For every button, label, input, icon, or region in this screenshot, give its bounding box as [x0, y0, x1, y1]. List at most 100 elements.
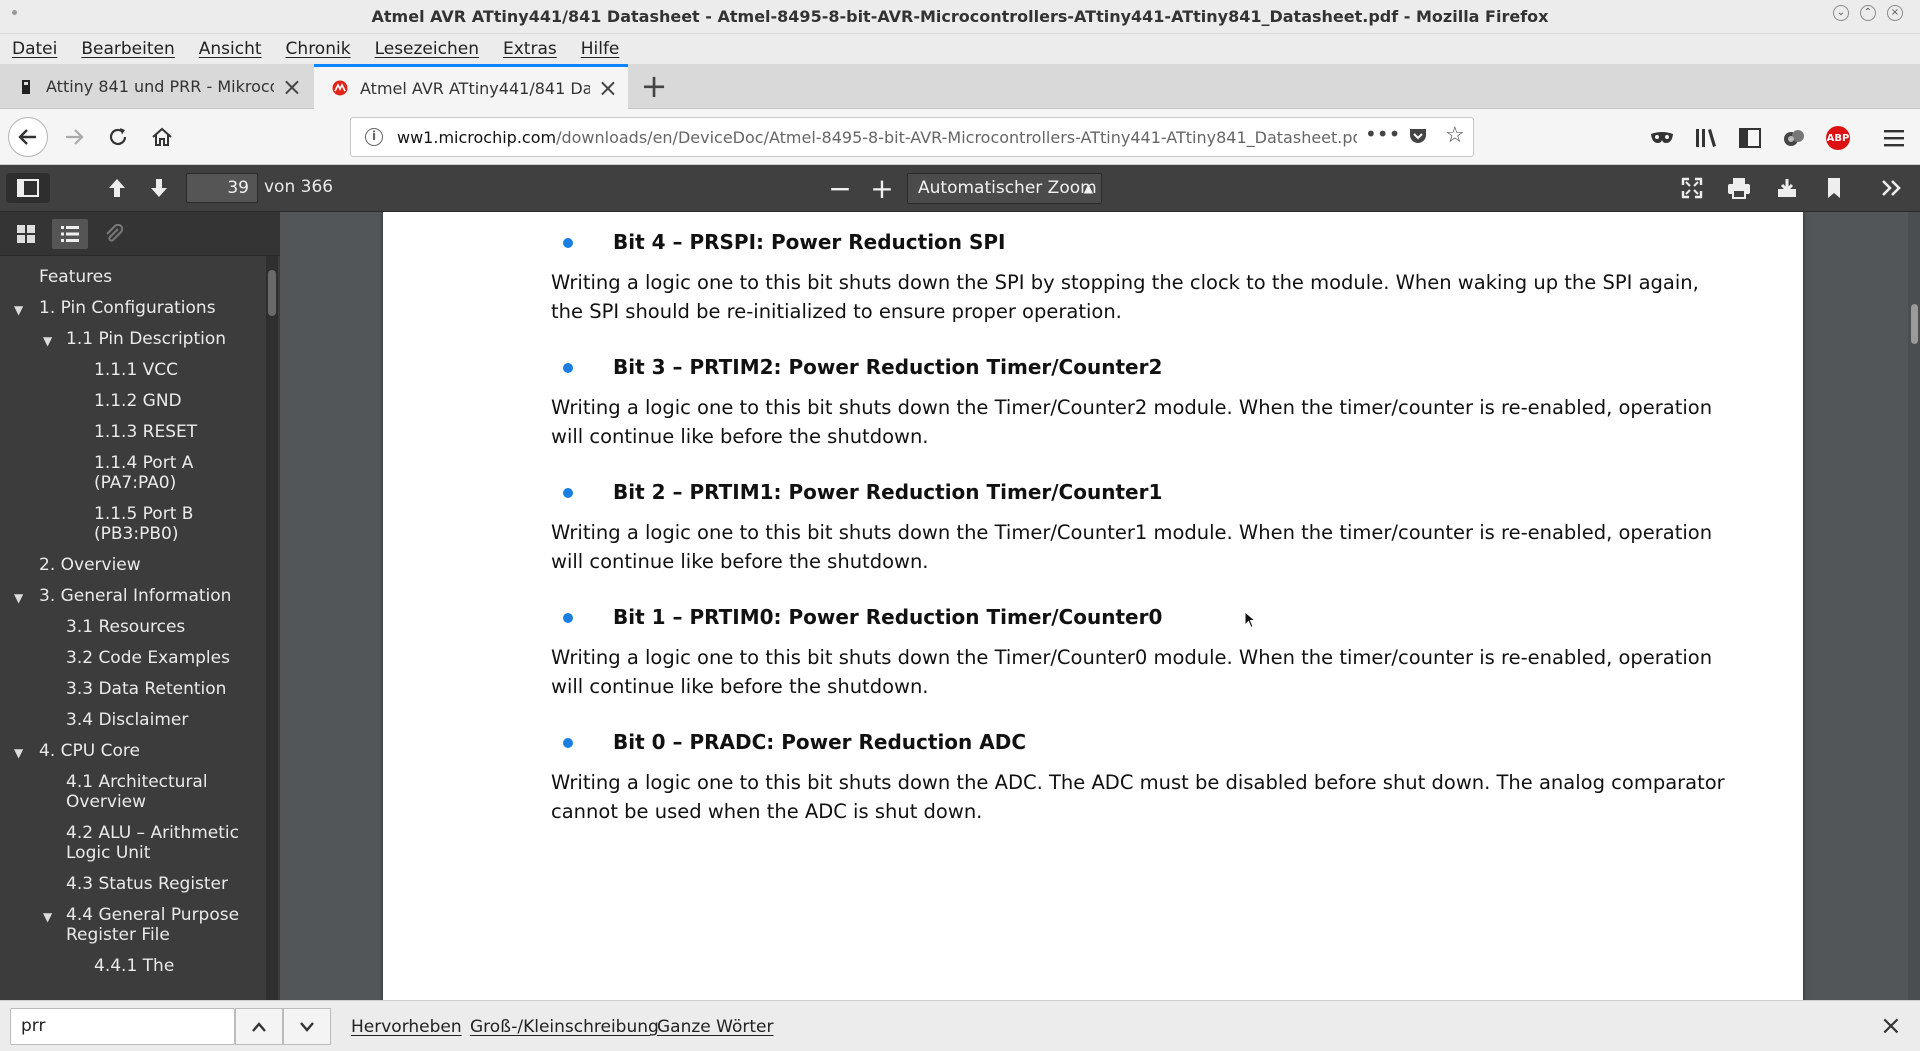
outline-item[interactable]: Features	[0, 262, 264, 293]
url-bar[interactable]: i ww1.microchip.com/downloads/en/DeviceD…	[350, 117, 1474, 157]
page-number-input[interactable]: 39	[186, 173, 258, 203]
scrollbar-thumb[interactable]	[1911, 304, 1918, 344]
outline-item[interactable]: 4.2 ALU – Arithmetic Logic Unit	[0, 818, 264, 869]
outline-item[interactable]: ▼ 3. General Information	[0, 581, 264, 612]
expand-toggle-icon[interactable]: ▼	[14, 588, 23, 608]
window-title: Atmel AVR ATtiny441/841 Datasheet - Atme…	[371, 7, 1549, 26]
sidebar-icon[interactable]	[1736, 125, 1764, 151]
zoom-out-button[interactable]: −	[822, 172, 858, 205]
outline-item-label: 4.3 Status Register	[66, 874, 229, 894]
tab-mikrocontroller[interactable]: Attiny 841 und PRR - Mikrocontr ×	[0, 64, 312, 109]
close-window-icon[interactable]: ×	[1887, 5, 1903, 21]
hamburger-menu-icon[interactable]	[1880, 125, 1908, 151]
navigation-toolbar: i ww1.microchip.com/downloads/en/DeviceD…	[0, 109, 1920, 165]
bookmark-star-icon[interactable]: ☆	[1445, 123, 1465, 148]
outline-item[interactable]: 1.1.1 VCC	[0, 355, 264, 386]
bit-heading: Bit 2 – PRTIM1: Power Reduction Timer/Co…	[613, 480, 1163, 504]
menu-hilfe[interactable]: Hilfe	[581, 39, 620, 59]
outline-item[interactable]: 3.2 Code Examples	[0, 643, 264, 674]
match-case-option[interactable]: Groß-/Kleinschreibung	[470, 1017, 659, 1037]
print-button[interactable]	[1720, 173, 1758, 203]
tab-datasheet[interactable]: Atmel AVR ATtiny441/841 Data ×	[314, 64, 628, 109]
find-next-button[interactable]	[283, 1008, 331, 1045]
menu-chronik[interactable]: Chronik	[286, 39, 351, 59]
page-actions-icon[interactable]: •••	[1365, 122, 1400, 146]
outline-item[interactable]: 3.3 Data Retention	[0, 674, 264, 705]
outline-item[interactable]: ▼ 4.4 General Purpose Register File	[0, 900, 264, 951]
arrow-down-icon	[151, 179, 167, 197]
new-tab-icon[interactable]: +	[636, 68, 672, 104]
chevron-down-icon	[300, 1021, 314, 1032]
outline-item-label: 4.2 ALU – Arithmetic Logic Unit	[66, 823, 239, 863]
close-find-bar-icon[interactable]: ×	[1880, 1011, 1902, 1041]
menu-extras[interactable]: Extras	[503, 39, 557, 59]
outline-item[interactable]: 3.1 Resources	[0, 612, 264, 643]
chevron-up-icon	[252, 1021, 266, 1032]
download-button[interactable]	[1768, 173, 1806, 203]
scrollbar-thumb[interactable]	[268, 270, 276, 316]
library-icon[interactable]	[1692, 125, 1720, 151]
outline-view-button[interactable]	[52, 219, 88, 249]
outline-item[interactable]: 3.4 Disclaimer	[0, 705, 264, 736]
outline-item-label: 4.4.1 The	[94, 956, 175, 976]
arrow-up-icon	[109, 179, 125, 197]
find-previous-button[interactable]	[235, 1008, 283, 1045]
outline-item[interactable]: 1.1.4 Port A (PA7:PA0)	[0, 448, 264, 499]
zoom-select[interactable]: Automatischer Zoom ▲▼	[907, 173, 1102, 224]
home-button[interactable]	[144, 119, 180, 155]
outline-item[interactable]: 4.3 Status Register	[0, 869, 264, 900]
previous-page-button[interactable]	[100, 173, 134, 203]
menu-bearbeiten[interactable]: Bearbeiten	[81, 39, 174, 59]
tools-menu-button[interactable]	[1872, 173, 1910, 203]
viewer-scrollbar[interactable]	[1908, 212, 1920, 1000]
sidebar-scrollbar[interactable]	[266, 256, 278, 1000]
arrow-right-icon	[66, 129, 84, 145]
url-host: ww1.microchip.com	[397, 127, 557, 147]
outline-item-label: 1.1.4 Port A (PA7:PA0)	[94, 453, 194, 493]
download-icon	[1778, 179, 1796, 197]
site-info-icon[interactable]: i	[365, 128, 383, 146]
presentation-mode-button[interactable]	[1674, 173, 1710, 203]
reload-button[interactable]	[100, 119, 136, 155]
whole-words-option[interactable]: Ganze Wörter	[657, 1017, 773, 1037]
maximize-icon[interactable]: ⌃	[1860, 5, 1876, 21]
thumbnails-view-button[interactable]	[8, 219, 44, 249]
expand-toggle-icon[interactable]: ▼	[14, 743, 23, 763]
pdf-viewer[interactable]: Bit 4 – PRSPI: Power Reduction SPI Writin…	[280, 212, 1920, 1000]
outline-item[interactable]: ▼ 4. CPU Core	[0, 736, 264, 767]
forward-button[interactable]	[56, 119, 92, 155]
outline-item[interactable]: 4.1 Architectural Overview	[0, 767, 264, 818]
outline-item[interactable]: ▼ 1.1 Pin Description	[0, 324, 264, 355]
menu-lesezeichen[interactable]: Lesezeichen	[375, 39, 479, 59]
outline-item-label: 2. Overview	[39, 555, 141, 575]
menu-datei[interactable]: Datei	[12, 39, 57, 59]
expand-toggle-icon[interactable]: ▼	[43, 907, 52, 927]
private-mask-icon[interactable]	[1648, 125, 1676, 151]
find-input[interactable]: prr	[10, 1008, 235, 1045]
close-tab-icon[interactable]: ×	[598, 74, 618, 102]
outline-item[interactable]: 2. Overview	[0, 550, 264, 581]
outline-item[interactable]: 4.4.1 The	[0, 951, 264, 982]
window-menu-dot[interactable]	[12, 10, 17, 15]
back-button[interactable]	[8, 117, 48, 157]
pocket-icon[interactable]	[1407, 125, 1429, 153]
expand-toggle-icon[interactable]: ▼	[14, 300, 23, 320]
url-text[interactable]: ww1.microchip.com/downloads/en/DeviceDoc…	[397, 128, 1357, 147]
attachments-view-button[interactable]	[96, 219, 132, 249]
adblock-plus-button[interactable]: ABP	[1824, 125, 1852, 151]
outline-item[interactable]: 1.1.2 GND	[0, 386, 264, 417]
outline-item-label: 1.1 Pin Description	[66, 329, 227, 349]
expand-toggle-icon[interactable]: ▼	[43, 331, 52, 351]
zoom-in-button[interactable]: +	[864, 172, 900, 205]
outline-item[interactable]: ▼ 1. Pin Configurations	[0, 293, 264, 324]
minimize-icon[interactable]: ⌄	[1833, 5, 1849, 21]
bookmark-view-button[interactable]	[1816, 173, 1852, 203]
menu-ansicht[interactable]: Ansicht	[199, 39, 262, 59]
highlight-all-option[interactable]: Hervorheben	[351, 1017, 462, 1037]
sidebar-toggle-button[interactable]	[6, 173, 50, 203]
close-tab-icon[interactable]: ×	[282, 73, 302, 101]
outline-item[interactable]: 1.1.3 RESET	[0, 417, 264, 448]
next-page-button[interactable]	[142, 173, 176, 203]
extension-icon[interactable]	[1780, 125, 1808, 151]
outline-item[interactable]: 1.1.5 Port B (PB3:PB0)	[0, 499, 264, 550]
